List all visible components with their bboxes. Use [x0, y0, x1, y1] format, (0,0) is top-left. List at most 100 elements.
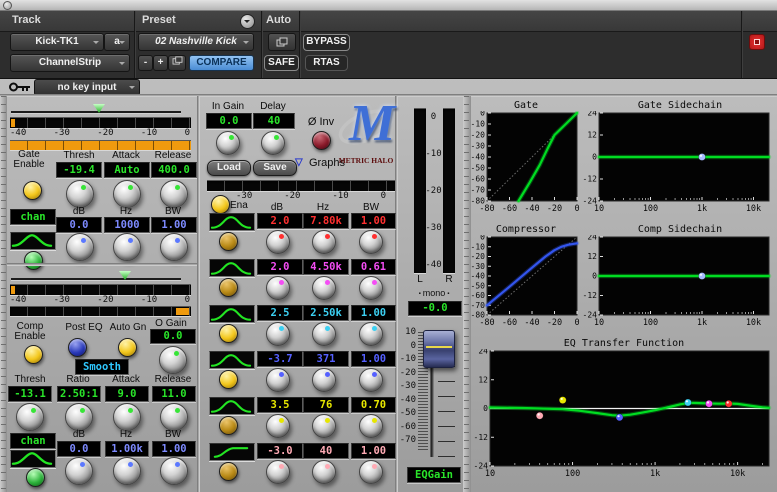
scale-label: -50	[400, 408, 416, 418]
eqgain-label-display[interactable]: EQGain	[407, 467, 461, 483]
eq-band-bw-knob[interactable]	[359, 276, 383, 300]
eq-band-gain-knob[interactable]	[266, 414, 290, 438]
knob-indicator-dot	[279, 418, 284, 423]
eq-band-freq-display[interactable]: 40	[303, 443, 349, 459]
eq-band-freq-knob[interactable]	[312, 460, 336, 484]
svg-text:1k: 1k	[697, 204, 707, 214]
eq-band-shape-button[interactable]	[209, 351, 255, 369]
eq-band-gain-knob[interactable]	[266, 276, 290, 300]
graph-handle[interactable]	[705, 400, 712, 407]
eq-band-bw-display[interactable]: 0.61	[351, 259, 396, 275]
compressor-graph[interactable]: 0-10-20-30-40-50-60-70-80-80-60-40-200	[471, 235, 581, 331]
eq-band-shape-button[interactable]	[209, 213, 255, 231]
gate-sidechain-graph[interactable]: 24120-12-24101001k10k	[583, 111, 777, 215]
svg-text:0: 0	[483, 404, 488, 413]
eq-band-freq-knob[interactable]	[312, 368, 336, 392]
svg-text:-12: -12	[474, 433, 489, 442]
svg-text:-50: -50	[471, 281, 485, 290]
comp-sidechain-graph[interactable]: 24120-12-24101001k10k	[583, 235, 777, 331]
eq-band-enable-button[interactable]	[219, 278, 238, 297]
svg-text:-80: -80	[479, 204, 494, 214]
eq-band-bw-display[interactable]: 1.00	[351, 213, 396, 229]
eq-band-freq-knob[interactable]	[312, 276, 336, 300]
svg-text:-80: -80	[479, 318, 494, 328]
eq-band-freq-knob[interactable]	[312, 414, 336, 438]
knob-indicator-dot	[325, 280, 330, 285]
svg-text:-70: -70	[471, 186, 485, 195]
output-level-display[interactable]: -0.0	[408, 301, 462, 316]
eq-band-gain-display[interactable]: 2.5	[257, 305, 303, 321]
eq-band-enable-button[interactable]	[219, 416, 238, 435]
knob-indicator-dot	[372, 280, 377, 285]
svg-text:0: 0	[480, 111, 485, 118]
eq-band-bw-display[interactable]: 0.70	[351, 397, 396, 413]
svg-text:-60: -60	[471, 175, 485, 184]
svg-text:10: 10	[594, 318, 604, 328]
svg-text:100: 100	[643, 204, 658, 214]
eq-band-freq-display[interactable]: 76	[303, 397, 349, 413]
eq-band-gain-knob[interactable]	[266, 368, 290, 392]
svg-text:100: 100	[643, 318, 658, 328]
scale-label: -40	[400, 395, 416, 405]
eq-band-enable-button[interactable]	[219, 232, 238, 251]
eq-band-gain-knob[interactable]	[266, 230, 290, 254]
graph-handle[interactable]	[698, 273, 705, 280]
svg-text:1k: 1k	[697, 318, 707, 328]
eq-band-bw-display[interactable]: 1.00	[351, 443, 396, 459]
eq-band-gain-knob[interactable]	[266, 322, 290, 346]
eq-band-bw-knob[interactable]	[359, 230, 383, 254]
eq-band-gain-display[interactable]: -3.7	[257, 351, 303, 367]
eq-band-gain-knob[interactable]	[266, 460, 290, 484]
eq-band-gain-display[interactable]: -3.0	[257, 443, 303, 459]
eq-band-enable-button[interactable]	[219, 370, 238, 389]
eq-band-row: 2.52.50k1.00	[206, 305, 398, 351]
eq-gain-fader[interactable]	[423, 330, 455, 368]
graph-handle[interactable]	[616, 414, 623, 421]
eq-band-enable-button[interactable]	[219, 324, 238, 343]
graph-handle[interactable]	[536, 412, 543, 419]
eq-band-freq-display[interactable]: 2.50k	[303, 305, 349, 321]
eq-band-bw-display[interactable]: 1.00	[351, 351, 396, 367]
eq-band-freq-knob[interactable]	[312, 322, 336, 346]
eq-band-gain-display[interactable]: 3.5	[257, 397, 303, 413]
eq-band-shape-button[interactable]	[209, 259, 255, 277]
eq-band-gain-display[interactable]: 2.0	[257, 259, 303, 275]
bell-curve-icon	[210, 398, 252, 414]
eq-band-row: -3.0401.00	[206, 443, 398, 489]
eq-band-row: 3.5760.70	[206, 397, 398, 443]
eq-band-row: 2.04.50k0.61	[206, 259, 398, 305]
mono-label[interactable]: mono	[409, 288, 459, 298]
svg-text:-20: -20	[547, 318, 562, 328]
eq-band-bw-knob[interactable]	[359, 322, 383, 346]
eq-band-bw-knob[interactable]	[359, 460, 383, 484]
eq-band-bw-knob[interactable]	[359, 368, 383, 392]
eq-band-bw-display[interactable]: 1.00	[351, 305, 396, 321]
eq-band-bw-knob[interactable]	[359, 414, 383, 438]
eq-band-shape-button[interactable]	[209, 305, 255, 323]
eq-band-gain-display[interactable]: 2.0	[257, 213, 303, 229]
gate-graph[interactable]: 0-10-20-30-40-50-60-70-80-80-60-40-200	[471, 111, 581, 215]
meter-left-label: L	[414, 274, 426, 285]
eq-band-freq-display[interactable]: 4.50k	[303, 259, 349, 275]
svg-text:0: 0	[592, 272, 597, 281]
svg-text:0: 0	[480, 235, 485, 242]
eq-band-shape-button[interactable]	[209, 397, 255, 415]
scale-label: -30	[424, 223, 443, 233]
svg-text:-60: -60	[502, 204, 517, 214]
eq-band-shape-button[interactable]	[209, 443, 255, 461]
graph-handle[interactable]	[698, 154, 705, 161]
knob-indicator-dot	[325, 372, 330, 377]
svg-text:-10: -10	[471, 120, 485, 129]
graph-handle[interactable]	[684, 399, 691, 406]
eq-band-row: 2.07.80k1.00	[206, 213, 398, 259]
eq-transfer-graph[interactable]: 24120-12-24101001k10k	[471, 349, 777, 484]
eq-band-freq-display[interactable]: 7.80k	[303, 213, 349, 229]
svg-text:-12: -12	[583, 291, 597, 300]
graph-handle[interactable]	[725, 400, 732, 407]
eq-band-enable-button[interactable]	[219, 462, 238, 481]
graph-handle[interactable]	[559, 397, 566, 404]
channelstrip-plugin-window: Track Preset Auto Kick-TK1 a ChannelStri…	[0, 0, 777, 492]
knob-indicator-dot	[325, 326, 330, 331]
eq-band-freq-display[interactable]: 371	[303, 351, 349, 367]
eq-band-freq-knob[interactable]	[312, 230, 336, 254]
